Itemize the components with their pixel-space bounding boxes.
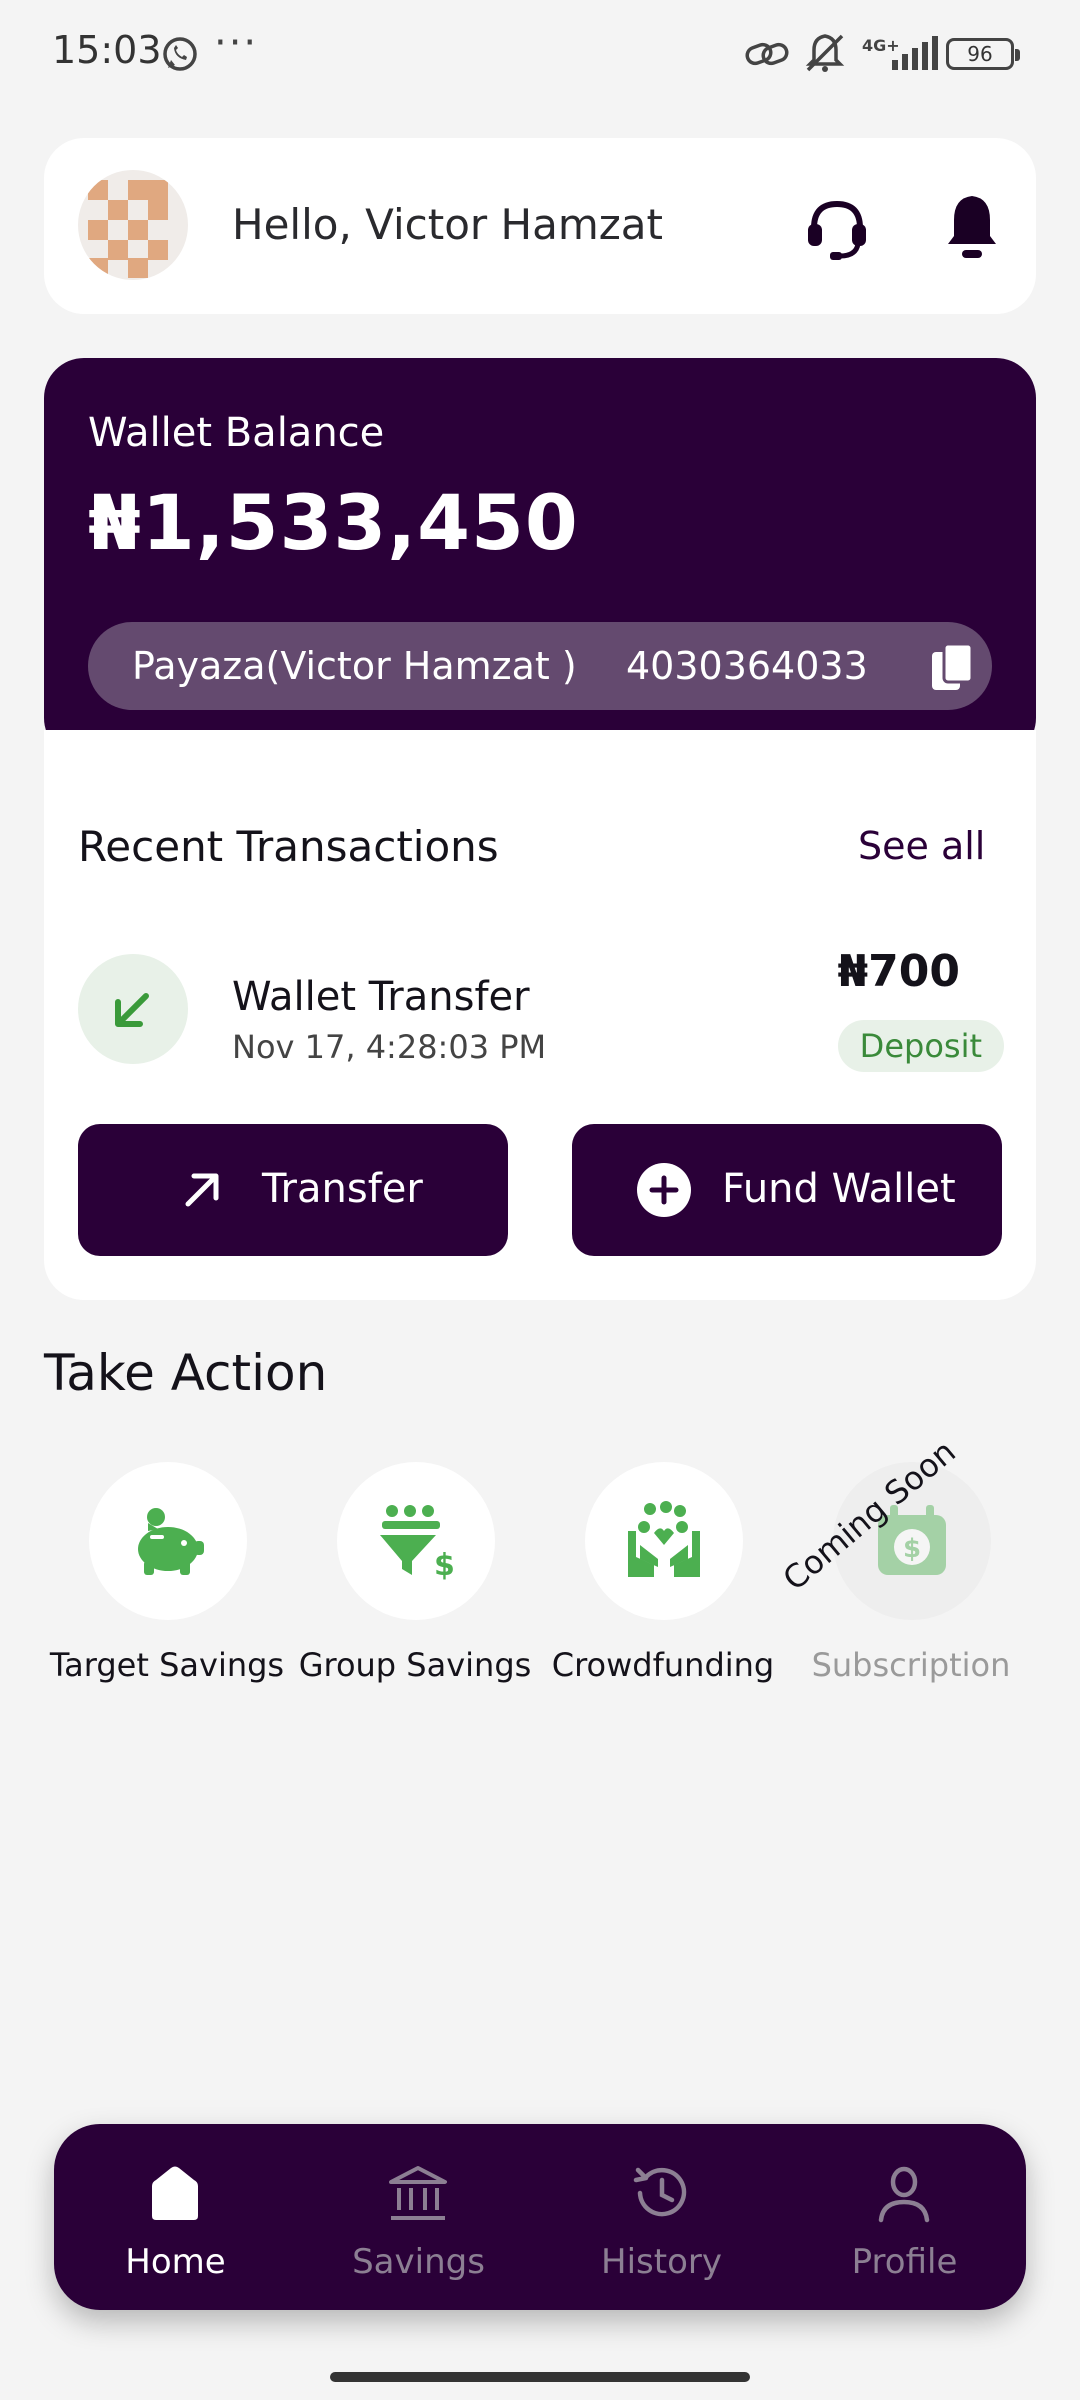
header-card: Hello, Victor Hamzat xyxy=(44,138,1036,314)
transfer-button[interactable]: Transfer xyxy=(78,1124,508,1256)
profile-icon xyxy=(878,2166,930,2223)
account-details-pill: Payaza(Victor Hamzat ) 4030364033 xyxy=(88,622,992,710)
transfer-button-label: Transfer xyxy=(262,1166,423,1212)
svg-text:$: $ xyxy=(434,1548,455,1581)
arrow-down-left-icon xyxy=(115,993,149,1027)
arrow-up-right-icon xyxy=(185,1173,219,1207)
action-crowdfunding[interactable]: Crowdfunding xyxy=(543,1462,783,1702)
action-target-savings[interactable]: Target Savings xyxy=(47,1462,287,1702)
action-icon-circle xyxy=(585,1462,743,1620)
link-icon xyxy=(745,42,789,66)
history-icon xyxy=(633,2167,687,2217)
more-notifications-icon: ··· xyxy=(214,20,259,66)
transactions-card: Recent Transactions See all Wallet Trans… xyxy=(44,730,1036,1300)
nav-item-profile[interactable]: Profile xyxy=(783,2124,1026,2310)
action-label: Group Savings xyxy=(298,1646,532,1684)
bottom-nav: Home Savings History Profile xyxy=(54,2124,1026,2310)
avatar[interactable] xyxy=(78,170,188,280)
mute-icon xyxy=(805,34,845,72)
nav-item-savings[interactable]: Savings xyxy=(297,2124,540,2310)
transaction-amount: ₦700 xyxy=(837,946,960,997)
bank-icon xyxy=(389,2166,447,2220)
see-all-link[interactable]: See all xyxy=(858,824,985,868)
home-indicator xyxy=(330,2372,750,2382)
action-icon-circle xyxy=(89,1462,247,1620)
whatsapp-icon xyxy=(163,37,197,71)
nav-label: Savings xyxy=(352,2242,485,2282)
nav-label: History xyxy=(601,2242,722,2282)
transaction-type-badge: Deposit xyxy=(837,1020,1004,1072)
take-action-title: Take Action xyxy=(44,1344,328,1402)
home-icon xyxy=(152,2166,198,2220)
nav-item-home[interactable]: Home xyxy=(54,2124,297,2310)
recent-transactions-title: Recent Transactions xyxy=(78,822,499,871)
nav-label: Profile xyxy=(851,2242,958,2282)
copy-icon[interactable] xyxy=(930,642,976,692)
transaction-row[interactable]: Wallet Transfer Nov 17, 4:28:03 PM ₦700 … xyxy=(78,946,1004,1076)
action-label: Crowdfunding xyxy=(551,1646,775,1684)
fund-wallet-button[interactable]: Fund Wallet xyxy=(572,1124,1002,1256)
battery-level: 96 xyxy=(967,42,993,66)
crowdfunding-icon xyxy=(628,1501,700,1577)
nav-item-history[interactable]: History xyxy=(540,2124,783,2310)
status-bar: 15:03 ··· 4G+ 96 xyxy=(0,0,1080,110)
status-time: 15:03 xyxy=(52,28,162,72)
signal-icon xyxy=(892,36,938,70)
action-group-savings[interactable]: $ Group Savings xyxy=(295,1462,535,1702)
account-number: 4030364033 xyxy=(626,644,868,688)
support-headset-icon[interactable] xyxy=(802,194,872,264)
piggy-bank-icon xyxy=(138,1508,204,1575)
battery-icon: 96 xyxy=(946,38,1020,70)
greeting-text: Hello, Victor Hamzat xyxy=(232,200,663,249)
account-name: Payaza(Victor Hamzat ) xyxy=(132,644,577,688)
wallet-balance-amount: ₦1,533,450 xyxy=(88,478,579,567)
transaction-name: Wallet Transfer xyxy=(232,974,530,1020)
plus-circle-icon xyxy=(637,1163,691,1217)
fund-wallet-button-label: Fund Wallet xyxy=(722,1166,956,1212)
group-savings-icon: $ xyxy=(380,1505,455,1581)
bell-icon[interactable] xyxy=(942,192,1002,262)
transaction-date: Nov 17, 4:28:03 PM xyxy=(232,1028,547,1066)
action-label: Subscription xyxy=(811,1646,1011,1684)
nav-label: Home xyxy=(125,2242,226,2282)
transaction-icon-badge xyxy=(78,954,188,1064)
svg-text:$: $ xyxy=(903,1534,921,1564)
wallet-balance-label: Wallet Balance xyxy=(88,410,385,456)
action-icon-circle: $ xyxy=(337,1462,495,1620)
wallet-card: Wallet Balance ₦1,533,450 Payaza(Victor … xyxy=(44,358,1036,758)
action-label: Target Savings xyxy=(49,1646,285,1684)
